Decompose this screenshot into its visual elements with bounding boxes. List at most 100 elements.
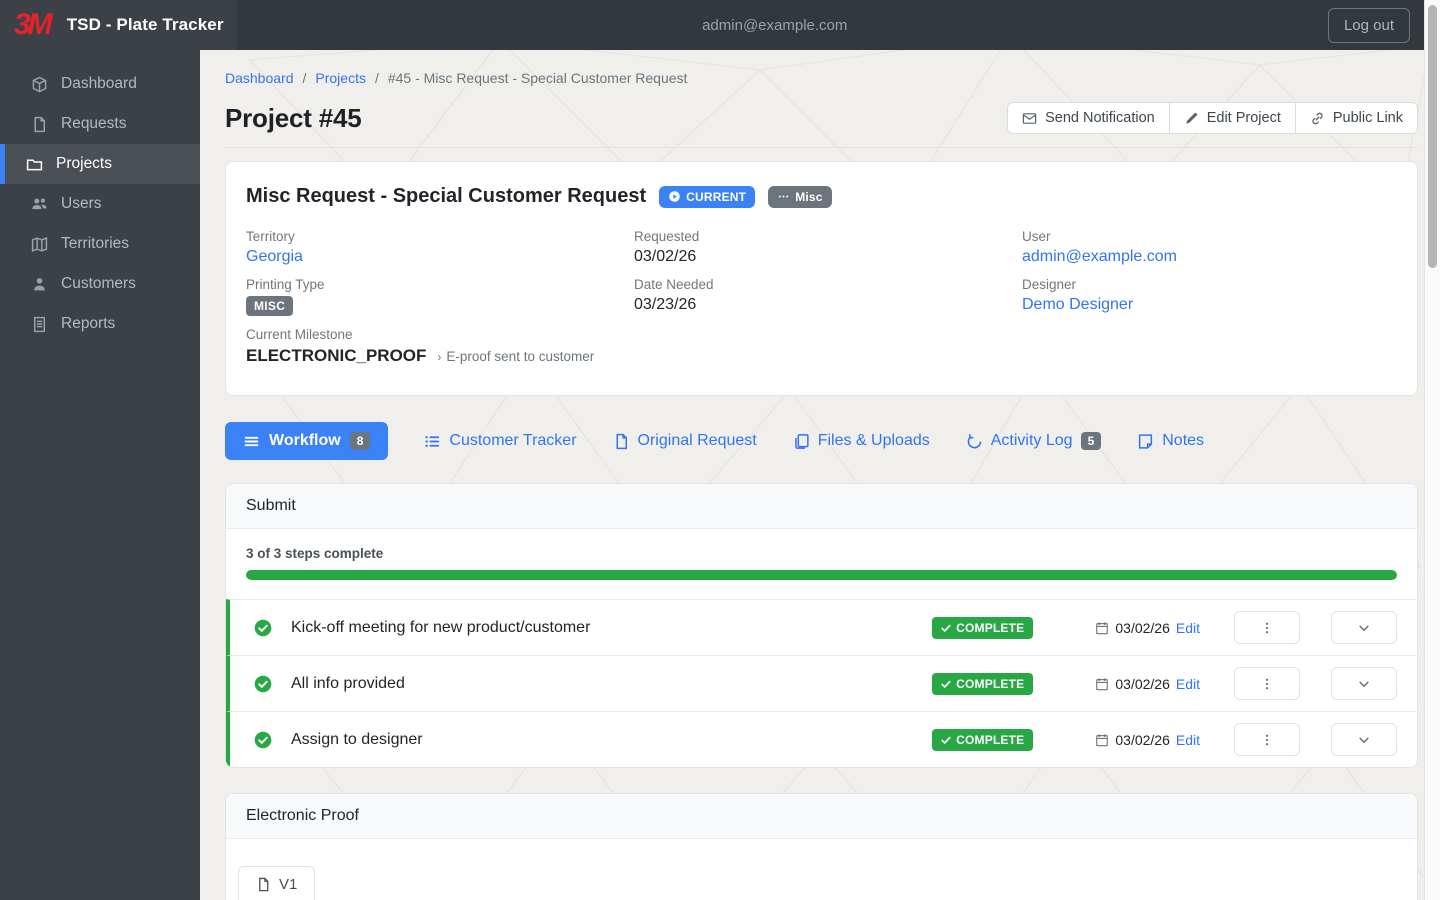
territory-label: Territory: [246, 229, 295, 244]
edit-project-button[interactable]: Edit Project: [1168, 102, 1296, 134]
logout-button[interactable]: Log out: [1327, 7, 1410, 43]
step-kebab-menu-button[interactable]: [1234, 667, 1300, 700]
designer-label: Designer: [1022, 277, 1077, 292]
cube-icon: [30, 75, 48, 93]
current-status-label: CURRENT: [686, 189, 747, 204]
sidebar-item-label: Users: [61, 195, 102, 212]
check-icon: [941, 624, 951, 632]
tab-workflow[interactable]: Workflow 8: [225, 422, 389, 460]
designer-field: Designer Demo Designer: [1022, 277, 1397, 314]
file-text-icon: [30, 315, 48, 333]
step-title: Kick-off meeting for new product/custome…: [291, 618, 591, 636]
current-milestone-field: Current Milestone ELECTRONIC_PROOF › E-pr…: [246, 327, 634, 366]
title-divider: [225, 147, 1418, 148]
project-title: Misc Request - Special Customer Request: [246, 185, 647, 207]
workflow-step-row: All info provided COMPLETE 03/02/26 Edit: [226, 655, 1417, 711]
hamburger-icon: [243, 433, 260, 450]
requested-value: 03/02/26: [634, 248, 697, 265]
envelope-icon: [1022, 111, 1037, 126]
link-icon: [1310, 111, 1325, 126]
tab-version-v1[interactable]: V1: [238, 866, 316, 900]
sidebar-item-users[interactable]: Users: [0, 184, 200, 224]
workflow-count-badge: 8: [349, 432, 371, 450]
breadcrumb-separator: /: [302, 70, 307, 86]
complete-status-label: COMPLETE: [956, 676, 1025, 691]
step-kebab-menu-button[interactable]: [1234, 611, 1300, 644]
step-expand-button[interactable]: [1331, 723, 1397, 756]
user-link[interactable]: admin@example.com: [1022, 248, 1177, 265]
breadcrumb-projects[interactable]: Projects: [315, 70, 366, 86]
sidebar-item-territories[interactable]: Territories: [0, 224, 200, 264]
sidebar-item-label: Dashboard: [61, 75, 137, 92]
step-date: 03/02/26: [1115, 731, 1170, 748]
calendar-icon: [1095, 621, 1109, 635]
step-kebab-menu-button[interactable]: [1234, 723, 1300, 756]
play-circle-icon: [668, 190, 681, 203]
public-link-button[interactable]: Public Link: [1294, 102, 1418, 134]
pencil-icon: [1184, 111, 1199, 126]
file-icon: [30, 115, 48, 133]
sidebar: Dashboard Requests Projects Users Territ…: [0, 50, 200, 900]
step-edit-link[interactable]: Edit: [1176, 732, 1200, 748]
tab-original-request[interactable]: Original Request: [613, 432, 757, 450]
list-icon: [424, 433, 441, 450]
complete-status-label: COMPLETE: [956, 732, 1025, 747]
progress-label: 3 of 3 steps complete: [246, 546, 384, 561]
scrollbar-thumb[interactable]: [1428, 5, 1437, 268]
app-title: TSD - Plate Tracker: [66, 15, 224, 34]
proof-body: V1: [226, 839, 1417, 900]
breadcrumb-dashboard[interactable]: Dashboard: [225, 70, 294, 86]
step-date-group: 03/02/26 Edit: [1095, 620, 1200, 636]
step-expand-button[interactable]: [1331, 611, 1397, 644]
date-needed-value: 03/23/26: [634, 296, 697, 313]
send-notification-button[interactable]: Send Notification: [1007, 102, 1170, 134]
sidebar-item-customers[interactable]: Customers: [0, 264, 200, 304]
check-circle-icon: [254, 675, 272, 693]
tab-files-uploads[interactable]: Files & Uploads: [793, 432, 930, 450]
sidebar-item-requests[interactable]: Requests: [0, 104, 200, 144]
chevron-down-icon: [1359, 736, 1369, 743]
territory-field: Territory Georgia: [246, 229, 634, 266]
step-edit-link[interactable]: Edit: [1176, 676, 1200, 692]
main-content: Dashboard / Projects / #45 - Misc Reques…: [200, 0, 1440, 900]
milestone-note: › E-proof sent to customer: [437, 349, 594, 364]
page-scrollbar: [1424, 0, 1440, 900]
project-summary-card: Misc Request - Special Customer Request …: [225, 161, 1418, 396]
history-icon: [966, 433, 983, 450]
milestone-note-text: E-proof sent to customer: [446, 348, 595, 364]
note-icon: [1137, 433, 1154, 450]
designer-link[interactable]: Demo Designer: [1022, 296, 1133, 313]
tab-activity-log[interactable]: Activity Log 5: [966, 432, 1102, 450]
progress-bar-track: [246, 570, 1397, 580]
printing-type-field: Printing Type MISC: [246, 277, 634, 316]
step-edit-link[interactable]: Edit: [1176, 620, 1200, 636]
step-date: 03/02/26: [1115, 619, 1170, 636]
tab-customer-tracker[interactable]: Customer Tracker: [424, 432, 577, 450]
progress-area: 3 of 3 steps complete: [226, 529, 1417, 599]
calendar-icon: [1095, 733, 1109, 747]
electronic-proof-card: Electronic Proof V1: [225, 793, 1418, 900]
step-title: Assign to designer: [291, 730, 423, 748]
breadcrumb-current: #45 - Misc Request - Special Customer Re…: [387, 70, 688, 86]
chevron-down-icon: [1359, 680, 1369, 687]
kebab-icon: [1265, 734, 1269, 745]
step-expand-button[interactable]: [1331, 667, 1397, 700]
printing-type-label: Printing Type: [246, 277, 325, 292]
date-needed-label: Date Needed: [634, 277, 714, 292]
tab-notes[interactable]: Notes: [1137, 432, 1204, 450]
check-icon: [941, 680, 951, 688]
step-date-group: 03/02/26 Edit: [1095, 676, 1200, 692]
app-brand: 3M TSD - Plate Tracker: [0, 0, 237, 50]
sidebar-item-reports[interactable]: Reports: [0, 304, 200, 344]
misc-type-label: Misc: [795, 189, 823, 204]
territory-link[interactable]: Georgia: [246, 248, 303, 265]
project-tabs: Workflow 8 Customer Tracker Original Req…: [225, 422, 1418, 460]
kebab-icon: [1265, 622, 1269, 633]
activity-log-count-badge: 5: [1080, 432, 1102, 450]
edit-project-label: Edit Project: [1206, 110, 1281, 126]
sidebar-item-projects[interactable]: Projects: [0, 144, 200, 184]
sidebar-item-dashboard[interactable]: Dashboard: [0, 64, 200, 104]
page-title: Project #45: [225, 102, 362, 133]
send-notification-label: Send Notification: [1045, 110, 1155, 126]
tab-customer-tracker-label: Customer Tracker: [449, 432, 577, 449]
